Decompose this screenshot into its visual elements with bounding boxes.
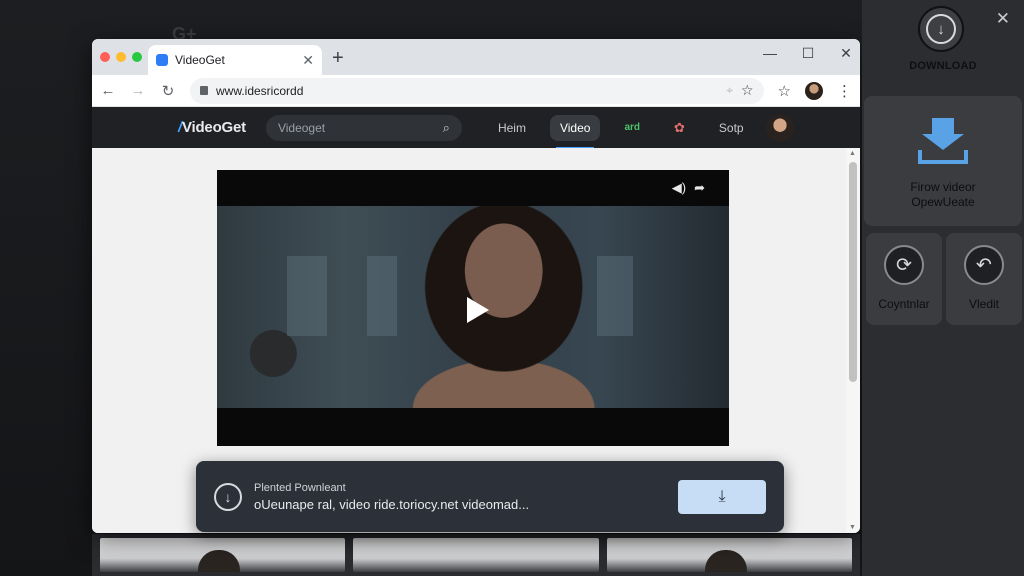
main-card-line-2: OpewUeate bbox=[911, 195, 975, 209]
bookmark-star-icon[interactable]: ☆ bbox=[741, 82, 754, 99]
browser-tab[interactable]: VideoGet ✕ bbox=[148, 45, 322, 75]
site-logo[interactable]: /VideoGet bbox=[178, 119, 246, 136]
big-download-icon bbox=[918, 118, 968, 164]
play-button[interactable] bbox=[467, 297, 489, 323]
share-arrow-icon[interactable]: ➦ bbox=[694, 180, 705, 196]
tab-title: VideoGet bbox=[175, 53, 225, 67]
scroll-down-icon[interactable]: ▼ bbox=[849, 524, 856, 531]
back-icon[interactable]: ← bbox=[100, 82, 116, 99]
video-player[interactable]: ◀) ➦ bbox=[217, 170, 729, 446]
video-title-obscured bbox=[220, 437, 600, 447]
download-label: DOWNLOAD bbox=[909, 60, 977, 72]
nav-item-home[interactable]: Heim bbox=[488, 115, 536, 141]
lock-icon bbox=[200, 86, 208, 95]
main-card-line-1: Firow videor bbox=[910, 180, 976, 194]
bookmarks-icon[interactable]: ☆ bbox=[778, 82, 791, 100]
site-header: /VideoGet Videoget ⌕ Heim Video ard ✿ So… bbox=[92, 107, 860, 149]
menu-kebab-icon[interactable]: ⋮ bbox=[837, 82, 852, 100]
download-top-button[interactable]: ↓ bbox=[918, 6, 964, 52]
site-favicon-icon bbox=[156, 54, 168, 66]
logo-text: VideoGet bbox=[181, 119, 246, 136]
nav-item-sotp[interactable]: Sotp bbox=[709, 115, 754, 141]
toast-texts: Plented Pownleant oUeunape ral, video ri… bbox=[254, 482, 666, 512]
scroll-thumb[interactable] bbox=[849, 162, 857, 382]
convert-refresh-icon: ⟳ bbox=[884, 245, 924, 285]
reload-icon[interactable]: ↻ bbox=[160, 82, 176, 100]
download-circle-icon: ↓ bbox=[214, 482, 242, 511]
nav-item-video[interactable]: Video bbox=[549, 114, 601, 149]
page-scrollbar[interactable]: ▲ ▼ bbox=[846, 148, 860, 533]
traffic-lights bbox=[100, 52, 142, 62]
download-toast: ↓ Plented Pownleant oUeunape ral, video … bbox=[196, 461, 784, 532]
share-icon[interactable]: ⌖ bbox=[726, 83, 733, 98]
tab-close-icon[interactable]: ✕ bbox=[302, 52, 314, 69]
maximize-icon[interactable]: ☐ bbox=[800, 45, 816, 62]
tab-bar: VideoGet ✕ + — ☐ ✕ bbox=[92, 39, 860, 75]
player-controls: ◀) ➦ bbox=[672, 180, 705, 196]
site-nav: Heim Video ard ✿ Sotp bbox=[488, 114, 754, 149]
minimize-icon[interactable]: — bbox=[762, 45, 778, 62]
close-dot-icon[interactable] bbox=[100, 52, 110, 62]
flow-video-card[interactable]: Firow videor OpewUeate bbox=[864, 96, 1022, 226]
undo-arrow-icon: ↶ bbox=[964, 245, 1004, 285]
forward-icon[interactable]: → bbox=[130, 82, 146, 99]
converter-card[interactable]: ⟳ Coyntnlar bbox=[866, 233, 942, 325]
scroll-up-icon[interactable]: ▲ bbox=[849, 150, 856, 157]
new-tab-button[interactable]: + bbox=[332, 48, 344, 68]
nav-item-ard[interactable]: ard bbox=[614, 116, 650, 139]
gear-icon[interactable]: ✿ bbox=[664, 114, 695, 142]
converter-label: Coyntnlar bbox=[878, 297, 930, 311]
thumbnail bbox=[100, 538, 346, 572]
site-search-input[interactable]: Videoget ⌕ bbox=[265, 114, 462, 141]
edit-label: Vledit bbox=[968, 297, 1000, 311]
minimize-dot-icon[interactable] bbox=[116, 52, 126, 62]
zoom-dot-icon[interactable] bbox=[132, 52, 142, 62]
url-text[interactable]: www.idesricordd bbox=[216, 84, 718, 98]
edit-card[interactable]: ↶ Vledit bbox=[946, 233, 1022, 325]
search-icon[interactable]: ⌕ bbox=[443, 120, 450, 136]
address-bar[interactable]: www.idesricordd ⌖ ☆ bbox=[190, 77, 764, 104]
search-placeholder: Videoget bbox=[277, 120, 326, 135]
extension-panel: ✕ ↓ DOWNLOAD Firow videor OpewUeate ⟳ Co… bbox=[862, 0, 1024, 576]
browser-window: VideoGet ✕ + — ☐ ✕ ← → ↻ www.idesricordd… bbox=[92, 39, 860, 533]
toast-download-button[interactable]: ⤓ bbox=[678, 479, 766, 514]
window-controls: — ☐ ✕ bbox=[762, 45, 854, 62]
browser-toolbar: ← → ↻ www.idesricordd ⌖ ☆ ☆ ⋮ bbox=[92, 75, 860, 107]
toast-filename: oUeunape ral, video ride.toriocy.net vid… bbox=[254, 496, 530, 512]
panel-close-icon[interactable]: ✕ bbox=[996, 9, 1010, 29]
volume-icon[interactable]: ◀) bbox=[672, 180, 686, 196]
profile-avatar[interactable] bbox=[805, 81, 823, 100]
close-window-icon[interactable]: ✕ bbox=[838, 45, 854, 62]
background-thumbnail-strip bbox=[92, 534, 860, 576]
flow-video-label: Firow videor OpewUeate bbox=[864, 180, 1022, 210]
user-avatar[interactable] bbox=[765, 113, 794, 142]
thumbnail bbox=[353, 538, 599, 572]
toast-title: Plented Pownleant bbox=[254, 481, 346, 494]
thumbnail bbox=[606, 538, 852, 572]
download-icon: ↓ bbox=[926, 14, 956, 44]
